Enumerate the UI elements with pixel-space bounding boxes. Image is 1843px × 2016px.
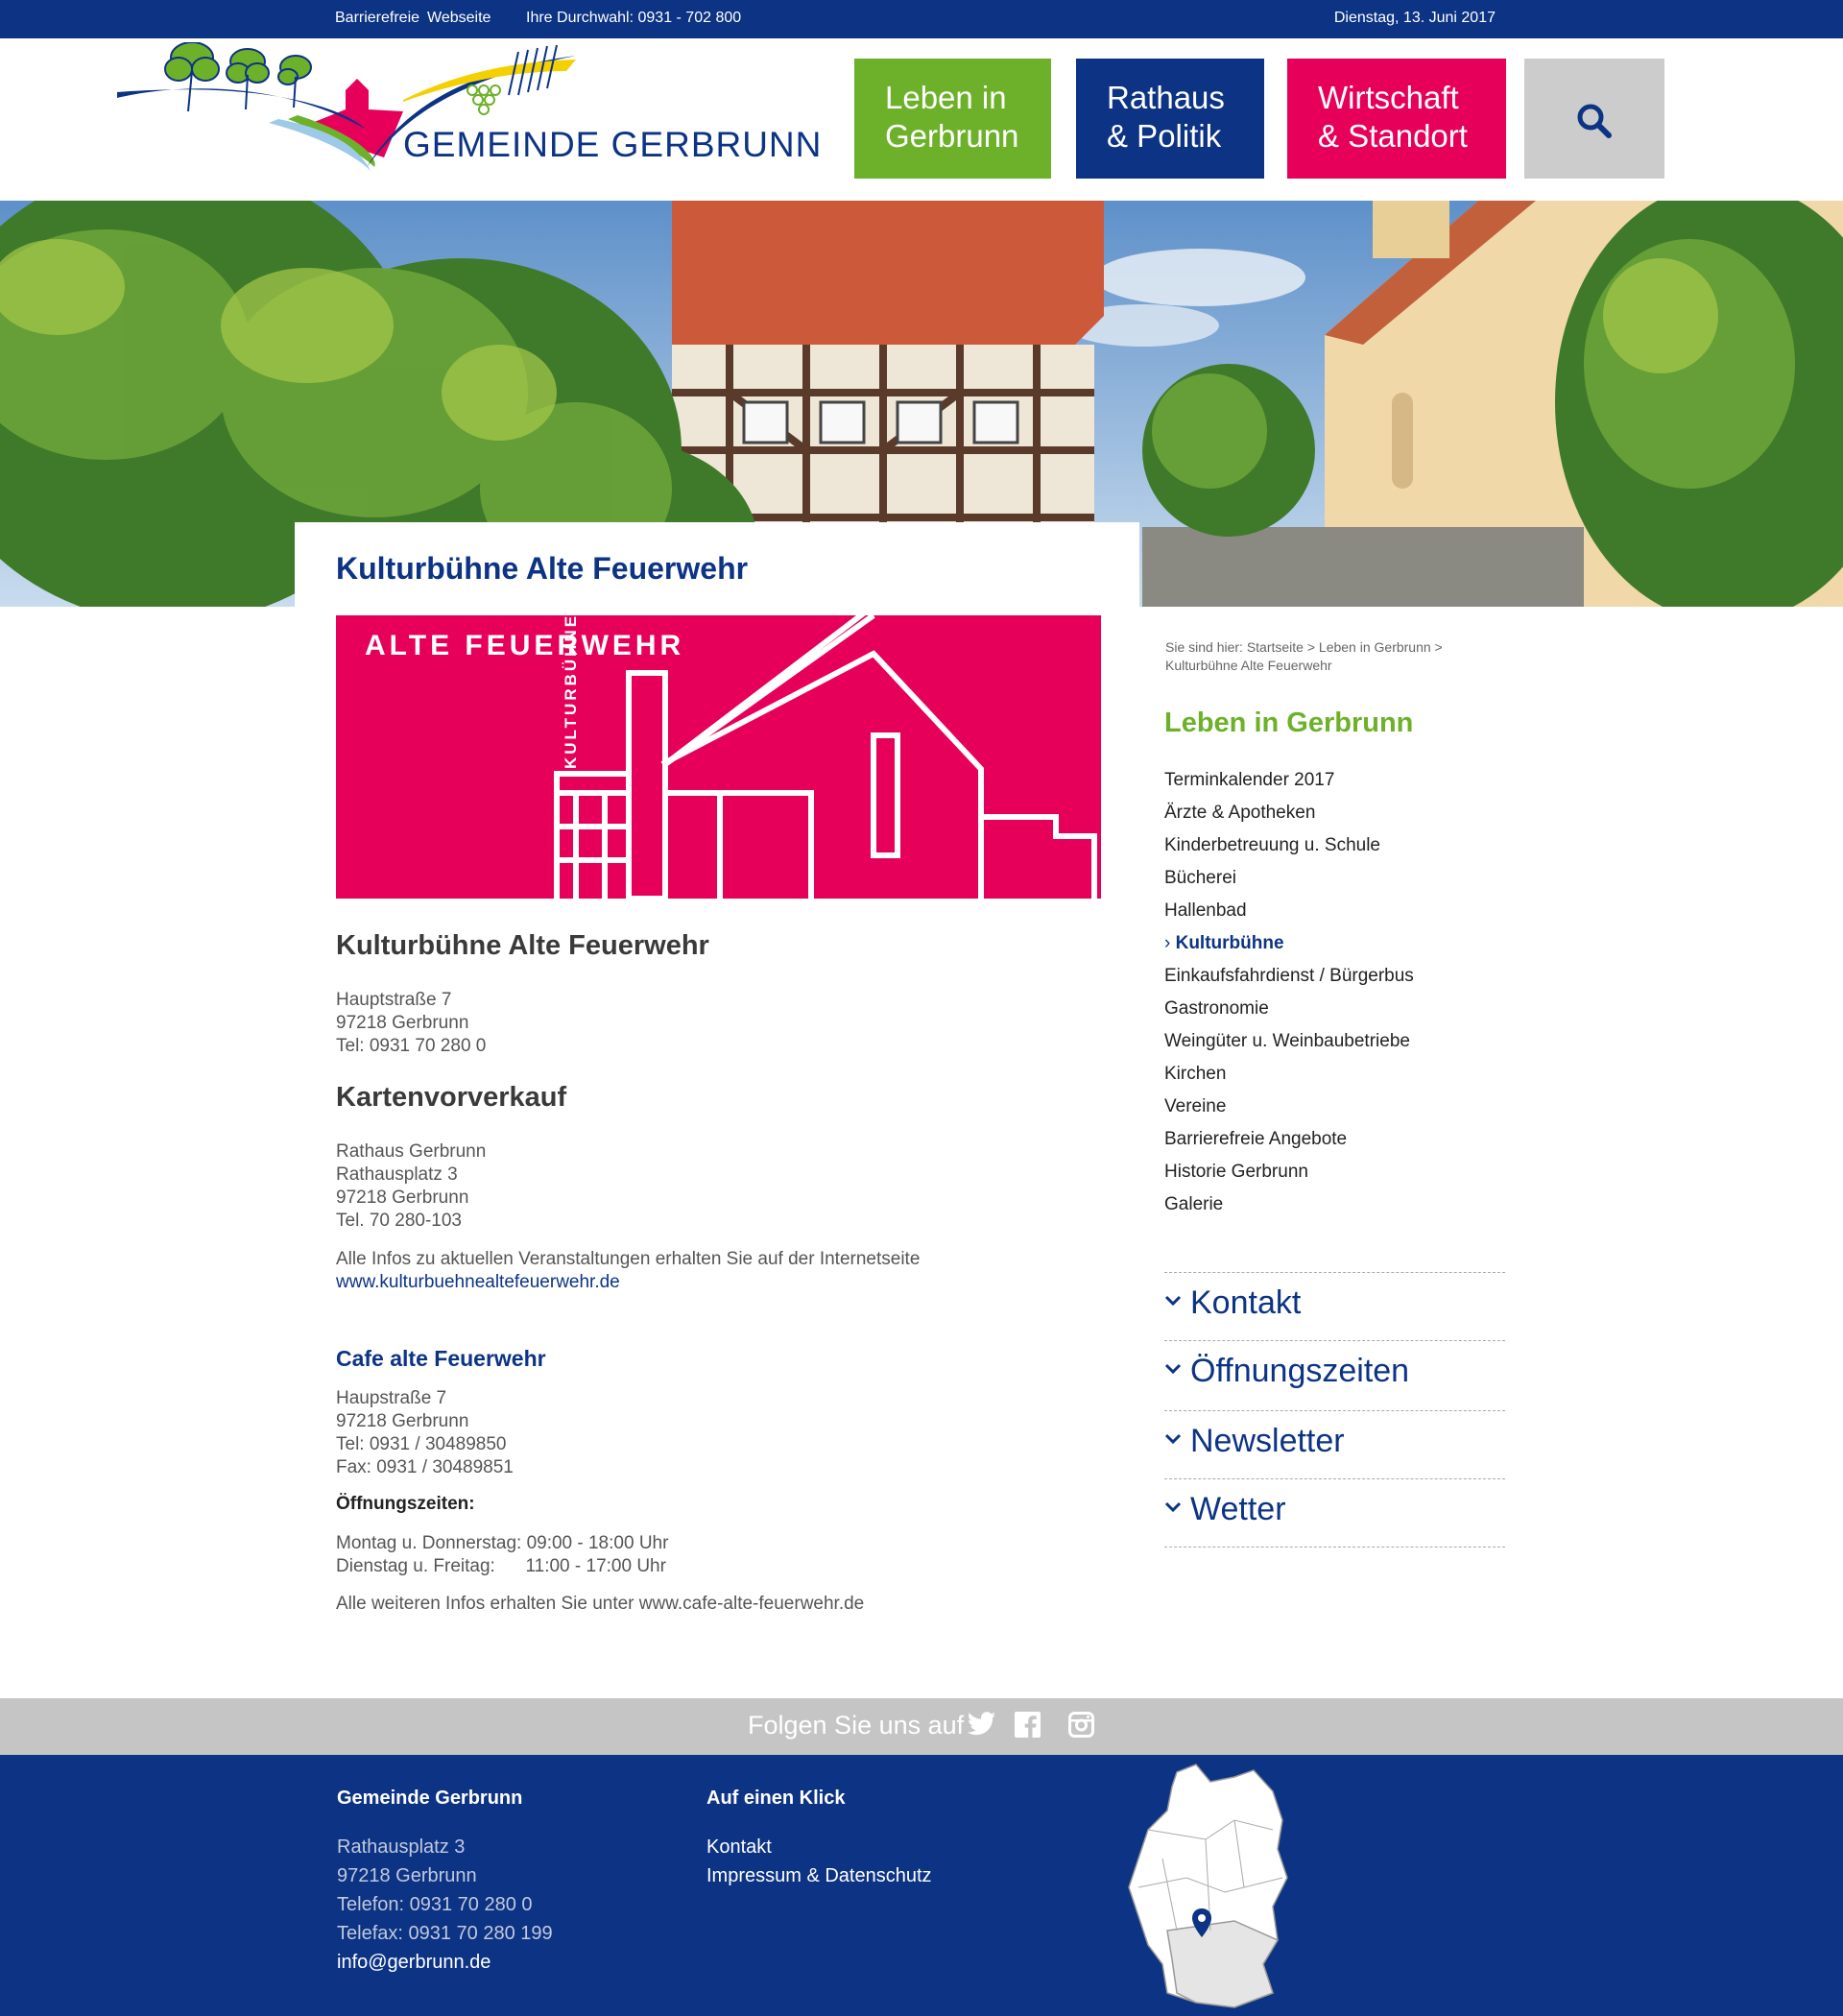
accordion-kontakt[interactable]: Kontakt [1164,1272,1505,1340]
breadcrumb: Sie sind hier: Startseite > Leben in Ger… [1165,638,1482,675]
address-line: Tel: 0931 70 280 0 [336,1036,487,1056]
section-heading-kartenvorverkauf: Kartenvorverkauf [336,1082,567,1113]
info-text: Alle Infos zu aktuellen Veranstaltungen … [336,1249,921,1269]
current-date: Dienstag, 13. Juni 2017 [1333,10,1496,26]
instagram-icon[interactable] [1068,1712,1094,1738]
nav-wirtschaft-standort[interactable]: Wirtschaft & Standort [1287,59,1506,179]
footer-address-line: 97218 Gerbrunn [337,1865,477,1886]
social-follow-bar: Folgen Sie uns auf [0,1698,1843,1755]
sidebar-item-kulturbuehne[interactable]: Kulturbühne [1164,931,1414,964]
accordion-label: Wetter [1190,1491,1286,1527]
address-line: Hauptstraße 7 [336,990,452,1010]
nav-label-line2: Gerbrunn [885,118,1019,154]
hours-line: Montag u. Donnerstag: 09:00 - 18:00 Uhr [336,1533,669,1553]
accordion-divider [1164,1547,1505,1548]
twitter-icon[interactable] [968,1712,996,1737]
sidebar-item-buecherei[interactable]: Bücherei [1164,866,1414,899]
breadcrumb-current: Kulturbühne Alte Feuerwehr [1165,658,1332,673]
sidebar-item-vereine[interactable]: Vereine [1164,1094,1414,1127]
address-line: 97218 Gerbrunn [336,1188,469,1208]
hours-label: Öffnungszeiten: [336,1494,475,1514]
footer-email-link[interactable]: info@gerbrunn.de [337,1948,491,1977]
page-title: Kulturbühne Alte Feuerwehr [336,551,749,586]
nav-label-line1: Rathaus [1107,80,1225,115]
footer-address-line: Rathausplatz 3 [337,1836,466,1858]
sidebar-item-kirchen[interactable]: Kirchen [1164,1062,1414,1094]
sidebar-item-hallenbad[interactable]: Hallenbad [1164,899,1414,931]
footer-fax: Telefax: 0931 70 280 199 [337,1923,553,1944]
banner-title: ALTE FEUERWEHR [365,630,685,661]
address-line: Fax: 0931 / 30489851 [336,1457,514,1477]
address-line: Rathausplatz 3 [336,1164,458,1185]
sidebar-item-kinderbetreuung[interactable]: Kinderbetreuung u. Schule [1164,833,1414,866]
footer-link-kontakt[interactable]: Kontakt [706,1833,772,1861]
nav-label-line1: Leben in [885,80,1007,115]
search-icon [1577,104,1612,138]
nav-leben-in-gerbrunn[interactable]: Leben in Gerbrunn [854,59,1051,179]
accessibility-label-2[interactable]: Webseite [427,10,491,26]
address-line: Haupstraße 7 [336,1388,447,1408]
breadcrumb-line[interactable]: Sie sind hier: Startseite > Leben in Ger… [1165,638,1482,657]
logo-text[interactable]: GEMEINDE GERBRUNN [403,125,822,165]
sidebar-title: Leben in Gerbrunn [1164,708,1414,738]
footer-heading-gemeinde: Gemeinde Gerbrunn [337,1788,523,1809]
accordion-newsletter[interactable]: Newsletter [1164,1410,1505,1478]
chevron-down-icon [1164,1295,1182,1307]
address-line: 97218 Gerbrunn [336,1411,469,1431]
address-line: Tel: 0931 / 30489850 [336,1434,507,1454]
chevron-down-icon [1164,1363,1182,1375]
address-line: Tel. 70 280-103 [336,1211,462,1231]
address-line: Rathaus Gerbrunn [336,1141,487,1162]
chevron-down-icon [1164,1433,1182,1445]
footer-heading-klick: Auf einen Klick [706,1788,846,1809]
top-bar: Barrierefreie Webseite Ihre Durchwahl: 09… [0,0,1843,38]
accessibility-link[interactable]: Barrierefreie Webseite [335,10,498,27]
more-info-text: Alle weiteren Infos erhalten Sie unter w… [336,1594,865,1614]
section-heading-kulturbuehne: Kulturbühne Alte Feuerwehr [336,930,709,961]
accordion-wetter[interactable]: Wetter [1164,1478,1505,1547]
kulturbuehne-banner: ALTE FEUERWEHR KULTURBÜHNE [336,615,1101,899]
accordion-label: Newsletter [1190,1423,1345,1459]
accordion-oeffnungszeiten[interactable]: Öffnungszeiten [1164,1340,1505,1408]
address-line: 97218 Gerbrunn [336,1013,469,1033]
nav-label-line2: & Standort [1318,118,1468,154]
nav-rathaus-politik[interactable]: Rathaus & Politik [1076,59,1264,179]
banner-vertical-text: KULTURBÜHNE [562,615,580,769]
nav-label-line2: & Politik [1107,118,1222,154]
accessibility-label[interactable]: Barrierefreie [335,10,419,26]
sidebar-menu: Terminkalender 2017 Ärzte & Apotheken Ki… [1164,768,1414,1225]
sidebar-item-gastronomie[interactable]: Gastronomie [1164,996,1414,1029]
nav-label-line1: Wirtschaft [1318,80,1459,115]
section-heading-cafe: Cafe alte Feuerwehr [336,1346,546,1371]
hours-line: Dienstag u. Freitag: 11:00 - 17:00 Uhr [336,1556,666,1576]
germany-map [1128,1764,1288,2008]
phone-info: Ihre Durchwahl: 0931 - 702 800 [526,10,742,26]
follow-text: Folgen Sie uns auf [748,1711,965,1740]
sidebar-item-galerie[interactable]: Galerie [1164,1192,1414,1225]
sidebar-item-historie[interactable]: Historie Gerbrunn [1164,1160,1414,1192]
facebook-icon[interactable] [1015,1712,1041,1738]
accordion-label: Kontakt [1190,1284,1302,1321]
sidebar-item-weingueter[interactable]: Weingüter u. Weinbaubetriebe [1164,1029,1414,1062]
sidebar-item-aerzte[interactable]: Ärzte & Apotheken [1164,801,1414,833]
kulturbuehne-website-link[interactable]: www.kulturbuehnealtefeuerwehr.de [336,1271,620,1294]
chevron-down-icon [1164,1501,1182,1513]
accordion-label: Öffnungszeiten [1190,1353,1410,1389]
footer-link-impressum[interactable]: Impressum & Datenschutz [706,1861,932,1890]
sidebar-item-barrierefrei[interactable]: Barrierefreie Angebote [1164,1127,1414,1160]
sidebar-item-terminkalender[interactable]: Terminkalender 2017 [1164,768,1414,801]
sidebar-item-buergerbus[interactable]: Einkaufsfahrdienst / Bürgerbus [1164,964,1414,996]
footer-phone: Telefon: 0931 70 280 0 [337,1894,533,1915]
search-button[interactable] [1524,59,1664,179]
